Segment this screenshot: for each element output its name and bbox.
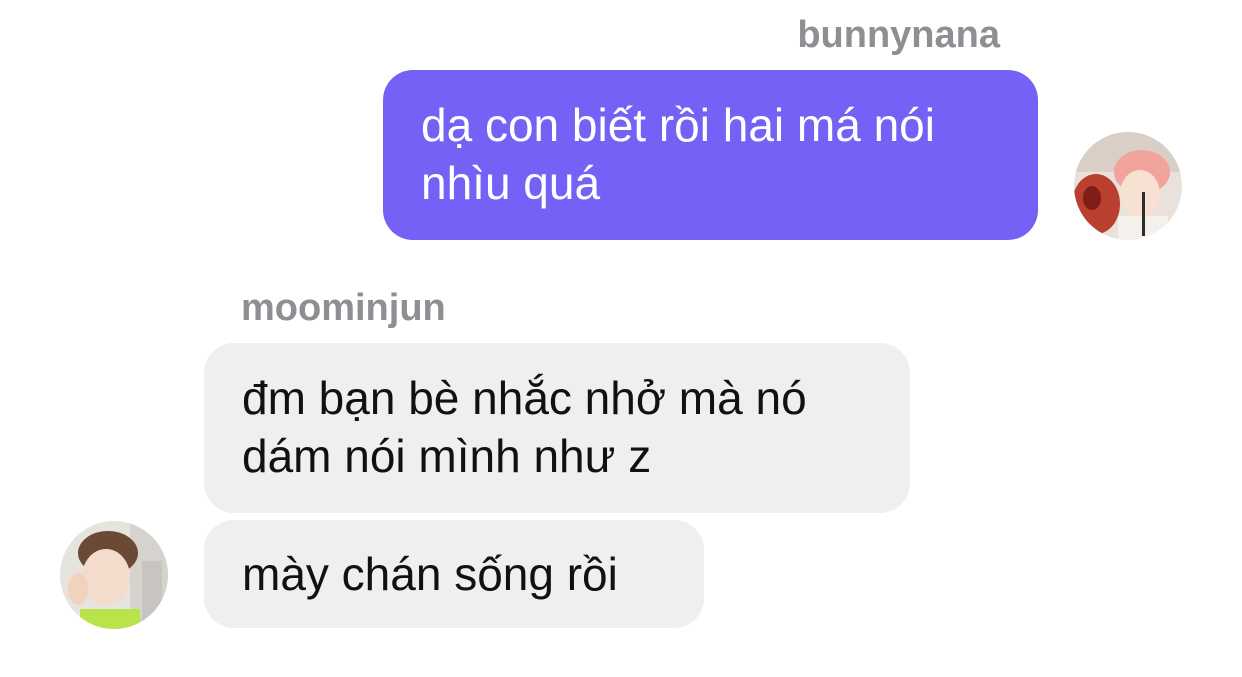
sender-name-bunnynana: bunnynana — [797, 14, 1000, 56]
avatar-bunnynana[interactable] — [1074, 132, 1182, 240]
avatar-photo-icon — [60, 521, 168, 629]
sender-name-moominjun: moominjun — [241, 287, 446, 329]
message-bubble-outgoing[interactable]: dạ con biết rồi hai má nói nhìu quá — [383, 70, 1038, 240]
avatar-moominjun[interactable] — [60, 521, 168, 629]
avatar-photo-icon — [1074, 132, 1182, 240]
message-bubble-incoming[interactable]: đm bạn bè nhắc nhở mà nó dám nói mình nh… — [204, 343, 910, 513]
message-bubble-incoming[interactable]: mày chán sống rồi — [204, 520, 704, 628]
